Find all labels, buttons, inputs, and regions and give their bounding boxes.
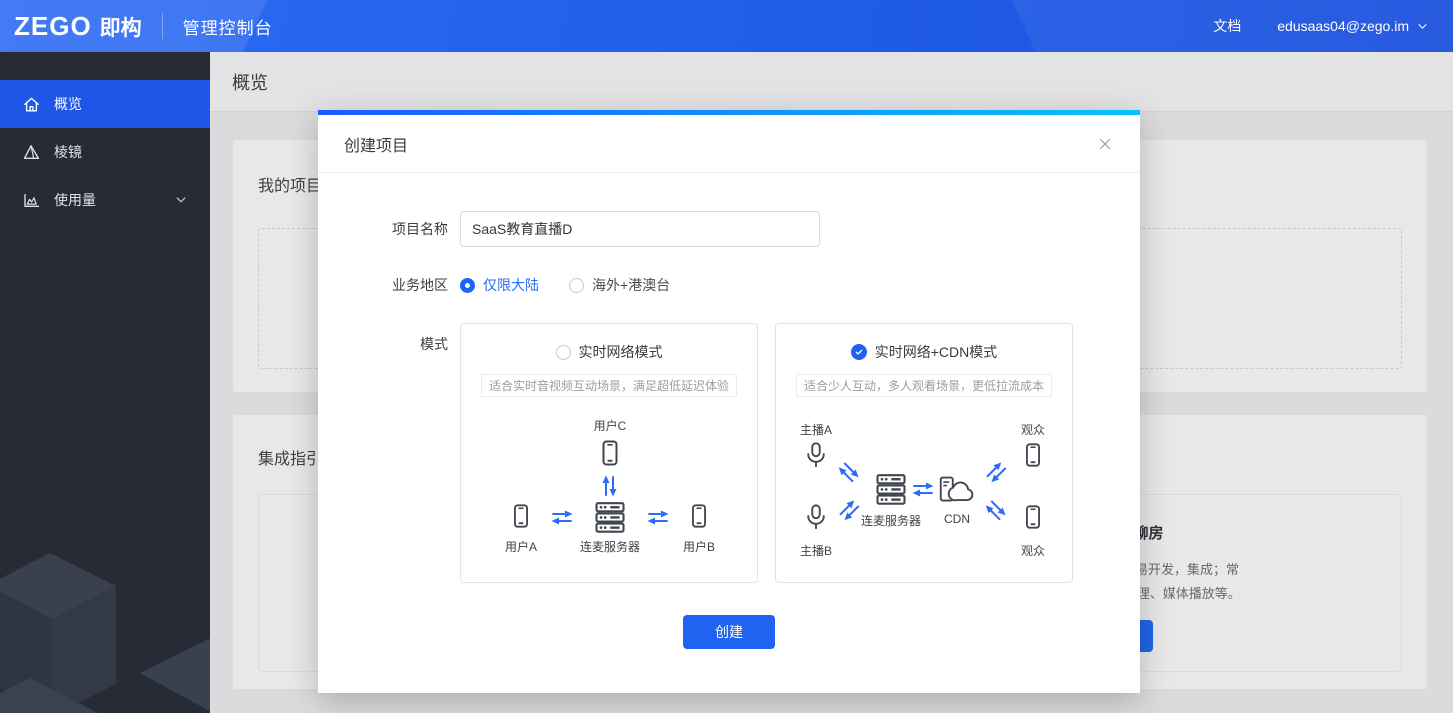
sidebar-item-label: 棱镜 bbox=[54, 144, 82, 160]
modal-title: 创建项目 bbox=[344, 137, 409, 155]
server-icon bbox=[873, 471, 909, 507]
diagram-label-audience-bottom: 观众 bbox=[1020, 544, 1046, 558]
diagram-label-userB: 用户B bbox=[682, 540, 716, 554]
double-arrow-icon bbox=[646, 505, 670, 529]
double-arrow-icon bbox=[911, 477, 935, 501]
diagram-label-hostB: 主播B bbox=[799, 544, 833, 558]
logo-text-en: ZEGO bbox=[14, 10, 92, 41]
create-project-modal: 创建项目 项目名称 业务地区 仅限大陆 海外+港澳台 模式 bbox=[318, 110, 1140, 693]
radio-unselected-icon bbox=[555, 344, 571, 360]
phone-icon bbox=[1019, 441, 1047, 469]
console-title: 管理控制台 bbox=[182, 18, 273, 38]
page-title: 概览 bbox=[232, 72, 268, 93]
home-icon bbox=[22, 95, 41, 114]
microphone-icon bbox=[802, 503, 830, 531]
topbar-divider bbox=[161, 13, 163, 39]
region-row: 业务地区 仅限大陆 海外+港澳台 bbox=[358, 275, 1100, 295]
chevron-down-icon bbox=[174, 193, 188, 207]
sidebar-item-overview[interactable]: 概览 bbox=[0, 80, 210, 128]
project-name-row: 项目名称 bbox=[358, 211, 1100, 247]
account-menu[interactable]: edusaas04@zego.im bbox=[1277, 18, 1429, 34]
sidebar: 概览 棱镜 使用量 bbox=[0, 52, 210, 713]
sidebar-item-label: 概览 bbox=[54, 96, 82, 112]
diagram-label-server: 连麦服务器 bbox=[579, 540, 641, 554]
chevron-down-icon bbox=[1416, 20, 1429, 33]
radio-unselected-icon bbox=[569, 277, 584, 293]
double-arrow-icon bbox=[598, 474, 622, 498]
project-name-input[interactable] bbox=[460, 211, 820, 247]
create-button[interactable]: 创建 bbox=[683, 615, 775, 649]
page-header: 概览 bbox=[210, 52, 1453, 112]
radio-checked-icon bbox=[850, 344, 867, 360]
mode-row: 模式 实时网络模式 适合实时音视频互动场景，满足超低延迟体验 用户C 用户A 连… bbox=[358, 323, 1100, 583]
diagram-label-server: 连麦服务器 bbox=[860, 514, 922, 528]
mode-label: 模式 bbox=[420, 336, 448, 352]
double-arrow-icon bbox=[979, 493, 1013, 527]
logo-text-cn: 即构 bbox=[99, 16, 142, 40]
radio-overseas[interactable]: 海外+港澳台 bbox=[569, 275, 670, 295]
mode-card-cdn[interactable]: 实时网络+CDN模式 适合少人互动，多人观看场景，更低拉流成本 主播A 主播B … bbox=[775, 323, 1073, 583]
phone-icon bbox=[685, 502, 713, 530]
diagram-label-userC: 用户C bbox=[593, 419, 627, 433]
zego-logo: ZEGO 即构 bbox=[0, 11, 142, 42]
sidebar-item-usage[interactable]: 使用量 bbox=[0, 176, 210, 224]
double-arrow-icon bbox=[979, 455, 1013, 489]
docs-link[interactable]: 文档 bbox=[1213, 16, 1241, 36]
phone-icon bbox=[1019, 503, 1047, 531]
region-label: 业务地区 bbox=[392, 277, 448, 293]
modal-header: 创建项目 bbox=[318, 115, 1140, 173]
radio-selected-icon bbox=[460, 277, 475, 293]
double-arrow-icon bbox=[832, 455, 866, 489]
topbar: ZEGO 即构 管理控制台 文档 edusaas04@zego.im bbox=[0, 0, 1453, 52]
sidebar-cube-decoration bbox=[0, 553, 210, 713]
diagram-label-userA: 用户A bbox=[504, 540, 538, 554]
phone-icon bbox=[507, 502, 535, 530]
diagram-label-audience-top: 观众 bbox=[1020, 423, 1046, 437]
diagram-label-cdn: CDN bbox=[944, 512, 970, 526]
close-icon[interactable] bbox=[1096, 135, 1114, 153]
project-name-label: 项目名称 bbox=[392, 221, 448, 237]
radio-mainland-only[interactable]: 仅限大陆 bbox=[460, 275, 539, 295]
account-email: edusaas04@zego.im bbox=[1277, 18, 1409, 34]
sidebar-item-prism[interactable]: 棱镜 bbox=[0, 128, 210, 176]
prism-icon bbox=[22, 143, 41, 162]
sidebar-item-label: 使用量 bbox=[54, 192, 96, 208]
mode-card-realtime[interactable]: 实时网络模式 适合实时音视频互动场景，满足超低延迟体验 用户C 用户A 连麦服务… bbox=[460, 323, 758, 583]
microphone-icon bbox=[802, 441, 830, 469]
diagram-label-hostA: 主播A bbox=[799, 423, 833, 437]
usage-chart-icon bbox=[22, 191, 41, 210]
phone-icon bbox=[595, 438, 625, 468]
mode-description: 适合少人互动，多人观看场景，更低拉流成本 bbox=[795, 374, 1052, 397]
mode-description: 适合实时音视频互动场景，满足超低延迟体验 bbox=[480, 374, 737, 397]
server-icon bbox=[592, 499, 628, 535]
double-arrow-icon bbox=[550, 505, 574, 529]
cdn-cloud-icon bbox=[938, 474, 976, 504]
